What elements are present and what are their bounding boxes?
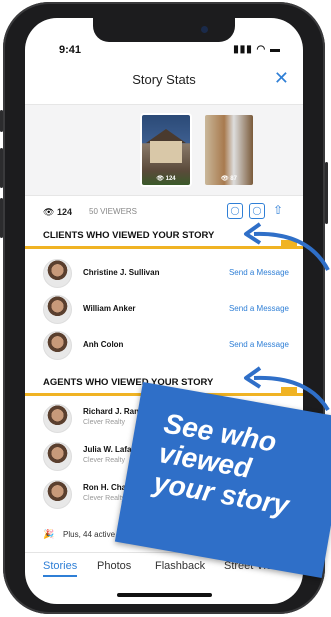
clients-heading-text: CLIENTS WHO VIEWED YOUR STORY — [43, 230, 215, 241]
story-thumbnail-house[interactable]: 👁 124 — [142, 115, 190, 185]
notch — [93, 18, 235, 42]
tab-photos[interactable]: Photos — [97, 560, 131, 572]
agent-company: Clever Realty — [83, 457, 126, 464]
client-name: Christine J. Sullivan — [83, 268, 160, 277]
send-message-link[interactable]: Send a Message — [229, 340, 289, 349]
volume-up-button — [0, 148, 3, 188]
client-row: William Anker Send a Message — [25, 291, 303, 327]
avatar — [43, 259, 72, 288]
arrow-icon — [244, 222, 330, 271]
client-name: William Anker — [83, 304, 136, 313]
view-count: 124 — [57, 207, 73, 217]
client-row: Anh Colon Send a Message — [25, 327, 303, 363]
agent-company: Clever Realty — [83, 495, 126, 502]
promo-banner-text: See who viewed your story — [151, 408, 301, 521]
thumbnail-view-count: 👁 87 — [221, 176, 237, 182]
close-icon[interactable]: ✕ — [274, 68, 289, 89]
app-header: Story Stats ✕ — [25, 62, 303, 104]
viewers-label: 50 VIEWERS — [89, 207, 138, 216]
status-time: 9:41 — [59, 44, 82, 56]
avatar — [43, 295, 72, 324]
tab-stories[interactable]: Stories — [43, 560, 78, 577]
thumbnail-view-count: 👁 124 — [156, 176, 176, 182]
agents-heading-text: AGENTS WHO VIEWED YOUR STORY — [43, 377, 214, 388]
avatar — [43, 331, 72, 360]
send-message-link[interactable]: Send a Message — [229, 304, 289, 313]
agent-company: Clever Realty — [83, 419, 126, 426]
page-title: Story Stats — [132, 72, 196, 87]
story-thumbnails: 👁 124 👁 87 — [25, 104, 303, 196]
party-icon: 🎉 — [43, 529, 55, 539]
story-thumbnail-kitchen[interactable]: 👁 87 — [205, 115, 253, 185]
avatar — [43, 404, 72, 433]
volume-down-button — [0, 198, 3, 238]
home-indicator — [117, 593, 212, 597]
avatar — [43, 442, 72, 471]
status-icons: ▮▮▮ ◠ ▬ — [233, 44, 281, 55]
mute-switch — [0, 110, 3, 132]
client-name: Anh Colon — [83, 340, 124, 349]
house-body — [150, 141, 182, 163]
eye-icon: 👁 — [43, 207, 55, 217]
tab-flashback[interactable]: Flashback — [155, 560, 205, 572]
camera-icon — [201, 26, 208, 33]
avatar — [43, 480, 72, 509]
